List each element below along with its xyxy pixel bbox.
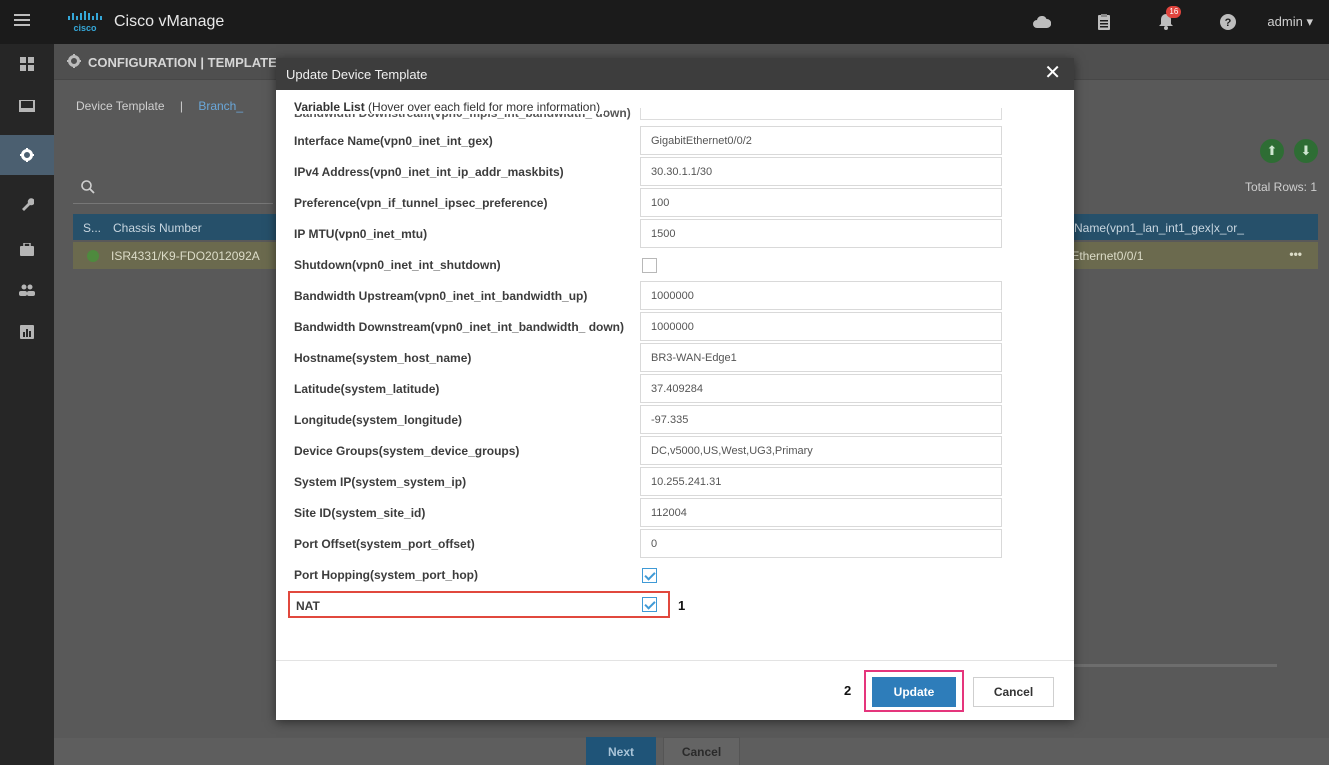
field-label: Longitude(system_longitude) xyxy=(294,413,462,427)
interface-name-input[interactable] xyxy=(640,126,1002,155)
upload-icon[interactable]: ⬆ xyxy=(1260,139,1284,163)
search-icon xyxy=(81,180,95,199)
preference-input[interactable] xyxy=(640,188,1002,217)
field-label: Port Offset(system_port_offset) xyxy=(294,537,475,551)
breadcrumb-device-template[interactable]: Device Template xyxy=(76,99,165,113)
variable-list-hint: (Hover over each field for more informat… xyxy=(368,100,601,114)
cloud-icon[interactable] xyxy=(1033,13,1052,31)
user-menu[interactable]: admin ▾ xyxy=(1267,14,1313,30)
more-options-icon[interactable]: ••• xyxy=(1289,247,1302,261)
help-icon[interactable]: ? xyxy=(1219,13,1237,31)
update-device-template-dialog: Update Device Template ✕ Bandwidth Downs… xyxy=(276,58,1074,720)
page-cancel-button[interactable]: Cancel xyxy=(663,737,740,765)
dialog-footer: 2 Update Cancel xyxy=(276,660,1074,720)
field-label: Hostname(system_host_name) xyxy=(294,351,472,365)
caret-down-icon: ▾ xyxy=(1306,14,1313,29)
bell-icon[interactable]: 16 xyxy=(1157,6,1182,31)
field-label: Device Groups(system_device_groups) xyxy=(294,444,520,458)
analytics-icon[interactable] xyxy=(0,312,54,352)
cancel-button[interactable]: Cancel xyxy=(973,677,1054,707)
dialog-body: Bandwidth Downstream(vpn0_mpls_int_bandw… xyxy=(276,90,1074,660)
column-header-interface[interactable]: ce Name(vpn1_lan_int1_gex|x_or_ xyxy=(1058,221,1244,235)
variable-list-label: Variable List xyxy=(294,100,365,114)
search-input[interactable] xyxy=(73,176,273,204)
step-annotation-1: 1 xyxy=(678,598,686,613)
task-list-icon[interactable] xyxy=(1095,13,1113,31)
field-label: Interface Name(vpn0_inet_int_gex) xyxy=(294,134,493,148)
configuration-icon[interactable] xyxy=(0,135,54,175)
interface-cell: tEthernet0/0/1 xyxy=(1068,249,1144,263)
tools-icon[interactable] xyxy=(0,184,54,224)
field-row-nat: NAT 1 xyxy=(288,591,714,621)
field-label: Bandwidth Upstream(vpn0_inet_int_bandwid… xyxy=(294,289,588,303)
shutdown-checkbox[interactable] xyxy=(642,258,657,273)
field-label: IP MTU(vpn0_inet_mtu) xyxy=(294,227,428,241)
breadcrumb: Device Template | Branch_ xyxy=(76,99,243,113)
next-button[interactable]: Next xyxy=(586,737,656,765)
field-label: Preference(vpn_if_tunnel_ipsec_preferenc… xyxy=(294,196,548,210)
app-title: Cisco vManage xyxy=(114,13,225,30)
download-icon[interactable]: ⬇ xyxy=(1294,139,1318,163)
top-actions: 16 ? admin ▾ xyxy=(1011,0,1329,44)
dashboard-icon[interactable] xyxy=(0,44,54,84)
breadcrumb-separator: | xyxy=(179,99,183,113)
longitude-input[interactable] xyxy=(640,405,1002,434)
total-rows: Total Rows: 1 xyxy=(1244,180,1317,194)
section-title: CONFIGURATION | TEMPLATES xyxy=(88,55,286,70)
clipped-field-input[interactable] xyxy=(640,108,1002,120)
bandwidth-upstream-input[interactable] xyxy=(640,281,1002,310)
breadcrumb-current[interactable]: Branch_ xyxy=(198,99,243,113)
dialog-title: Update Device Template xyxy=(286,67,428,82)
field-label: IPv4 Address(vpn0_inet_int_ip_addr_maskb… xyxy=(294,165,564,179)
top-bar: cisco Cisco vManage 16 ? admin ▾ xyxy=(0,0,1329,44)
status-check-icon xyxy=(87,250,99,262)
administration-icon[interactable] xyxy=(0,270,54,310)
gear-icon xyxy=(67,54,81,71)
ipv4-address-input[interactable] xyxy=(640,157,1002,186)
cisco-wordmark: cisco xyxy=(73,23,97,33)
field-label: NAT xyxy=(296,599,320,613)
column-header-chassis[interactable]: Chassis Number xyxy=(113,221,202,235)
field-label: System IP(system_system_ip) xyxy=(294,475,467,489)
field-label: Port Hopping(system_port_hop) xyxy=(294,568,479,582)
port-hopping-checkbox[interactable] xyxy=(642,568,657,583)
dialog-header: Update Device Template ✕ xyxy=(276,58,1074,90)
horizontal-scrollbar[interactable] xyxy=(1073,664,1277,667)
hamburger-menu-icon[interactable] xyxy=(14,12,32,30)
field-label: Bandwidth Downstream(vpn0_inet_int_bandw… xyxy=(294,320,625,334)
device-groups-input[interactable] xyxy=(640,436,1002,465)
field-label: Site ID(system_site_id) xyxy=(294,506,426,520)
column-header-status[interactable]: S... xyxy=(83,221,101,235)
user-name: admin xyxy=(1267,14,1303,29)
field-label: Latitude(system_latitude) xyxy=(294,382,440,396)
port-offset-input[interactable] xyxy=(640,529,1002,558)
field-label: Shutdown(vpn0_inet_int_shutdown) xyxy=(294,258,501,272)
close-icon[interactable]: ✕ xyxy=(1044,63,1061,83)
brand[interactable]: cisco Cisco vManage xyxy=(66,9,224,35)
bandwidth-downstream-input[interactable] xyxy=(640,312,1002,341)
system-ip-input[interactable] xyxy=(640,467,1002,496)
step-annotation-2: 2 xyxy=(844,683,852,698)
site-id-input[interactable] xyxy=(640,498,1002,527)
notification-badge: 16 xyxy=(1166,6,1182,18)
monitor-icon[interactable] xyxy=(0,86,54,126)
cisco-logo-icon: cisco xyxy=(66,10,104,34)
sidebar xyxy=(0,44,54,765)
maintenance-icon[interactable] xyxy=(0,229,54,269)
update-button[interactable]: Update xyxy=(872,677,956,707)
chassis-number-cell: ISR4331/K9-FDO2012092A xyxy=(111,249,260,263)
svg-text:?: ? xyxy=(1225,17,1232,29)
latitude-input[interactable] xyxy=(640,374,1002,403)
nat-checkbox[interactable] xyxy=(642,597,657,612)
ip-mtu-input[interactable] xyxy=(640,219,1002,248)
nat-highlight-box xyxy=(288,591,670,618)
variable-list-heading: Variable List (Hover over each field for… xyxy=(294,100,605,114)
hostname-input[interactable] xyxy=(640,343,1002,372)
